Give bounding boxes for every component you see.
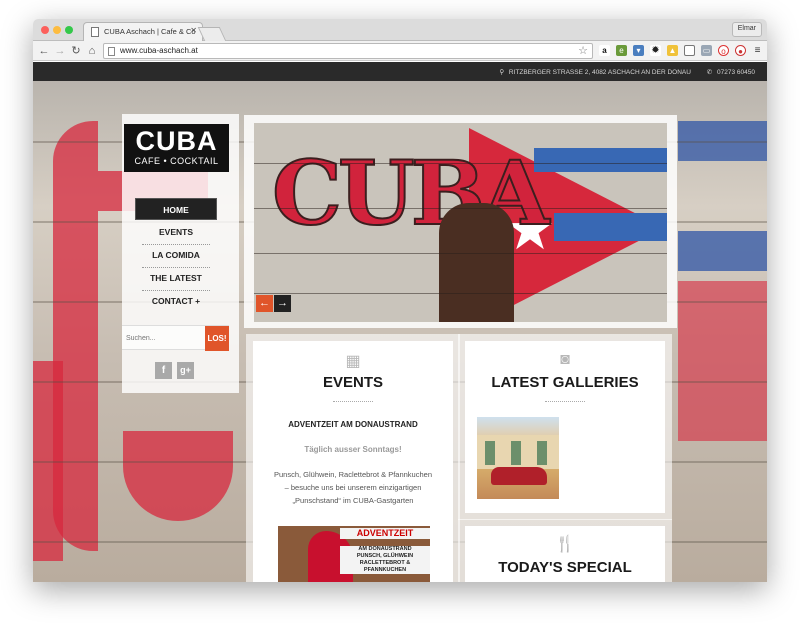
tab-title: CUBA Aschach | Cafe & Co	[104, 27, 196, 36]
calendar-icon: ▦	[345, 353, 361, 370]
thumb-door	[485, 441, 495, 465]
adblock-extension-icon[interactable]: ●	[735, 45, 746, 56]
special-card: 🍴 TODAY'S SPECIAL	[465, 526, 665, 582]
slider-prev-button[interactable]: ←	[256, 295, 273, 312]
logo-subtitle: CAFE • COCKTAIL	[134, 156, 219, 166]
event-headline[interactable]: ADVENTZEIT AM DONAUSTRAND	[253, 420, 453, 429]
thumb-vintage-car	[491, 467, 547, 485]
nav-the-latest[interactable]: THE LATEST	[135, 267, 217, 289]
close-tab-icon[interactable]: ✕	[190, 26, 197, 35]
thumb-door	[537, 441, 547, 465]
sidebar: CUBA CAFE • COCKTAIL HOME EVENTS LA COMI…	[122, 114, 239, 393]
location-pin-icon: ⚲	[499, 69, 505, 76]
menu-icon[interactable]: ≡	[752, 45, 763, 56]
gear-extension-icon[interactable]: ✹	[650, 45, 661, 56]
slide-flag-stripe	[534, 148, 667, 172]
slide-plank	[254, 253, 667, 254]
bg-flag-triangle	[678, 281, 767, 441]
search-form: LOS!	[122, 325, 229, 351]
screen-extension-icon[interactable]: ▭	[701, 45, 712, 56]
browser-tab[interactable]: CUBA Aschach | Cafe & Co ✕	[83, 22, 203, 41]
thumb-door	[511, 441, 521, 465]
zoom-window-button[interactable]	[65, 26, 73, 34]
hero-slider: ★ CUBA ← →	[244, 115, 677, 328]
tab-bar: CUBA Aschach | Cafe & Co ✕ Elmar	[33, 19, 767, 41]
slide-plank	[254, 208, 667, 209]
minimize-window-button[interactable]	[53, 26, 61, 34]
pocket-extension-icon[interactable]: ▾	[633, 45, 644, 56]
browser-toolbar: ← → ↻ ⌂ www.cuba-aschach.at ☆ a e ▾ ✹ ▲ …	[33, 41, 767, 61]
home-icon[interactable]: ⌂	[85, 44, 99, 58]
galleries-card: ◙ LATEST GALLERIES	[465, 341, 665, 513]
forward-icon[interactable]: →	[53, 44, 67, 58]
nav-contact[interactable]: CONTACT +	[135, 290, 217, 312]
browser-window: CUBA Aschach | Cafe & Co ✕ Elmar ← → ↻ ⌂…	[33, 19, 767, 582]
hero-slide-image: ★ CUBA	[254, 123, 667, 322]
event-description: Punsch, Glühwein, Raclettebrot & Pfannku…	[273, 470, 432, 505]
slide-flag-stripe	[554, 213, 667, 241]
search-input[interactable]	[126, 329, 204, 348]
nav-la-comida[interactable]: LA COMIDA	[135, 244, 217, 266]
nav-events[interactable]: EVENTS	[135, 221, 217, 243]
url-text: www.cuba-aschach.at	[120, 46, 198, 55]
galleries-title: LATEST GALLERIES	[491, 374, 639, 391]
page-info-icon	[108, 47, 115, 56]
events-card: ▦ EVENTS ADVENTZEIT AM DONAUSTRAND Tägli…	[253, 341, 453, 582]
event-image[interactable]: ADVENTZEIT AM DONAUSTRAND PUNSCH, GLÜHWE…	[278, 526, 430, 582]
event-image-text: PUNSCH, GLÜHWEIN RACLETTEBROT & PFANNKUC…	[356, 553, 414, 573]
slide-people	[439, 203, 514, 322]
event-image-subtitle-text: AM DONAUSTRAND	[358, 546, 412, 552]
google-plus-icon[interactable]: g+	[177, 362, 194, 379]
special-title: TODAY'S SPECIAL	[498, 559, 632, 576]
logo-title: CUBA	[135, 126, 218, 156]
events-title: EVENTS	[322, 374, 383, 391]
nav-home[interactable]: HOME	[135, 198, 217, 220]
event-subline: Täglich ausser Sonntags!	[304, 445, 402, 454]
cutlery-icon: 🍴	[555, 536, 575, 553]
opera-extension-icon[interactable]: o	[718, 45, 729, 56]
contact-info-bar: ⚲ RITZBERGER STRASSE 2, 4082 ASCHACH AN …	[33, 62, 767, 81]
close-window-button[interactable]	[41, 26, 49, 34]
search-button[interactable]: LOS!	[205, 326, 229, 351]
facebook-icon[interactable]: f	[155, 362, 172, 379]
slider-next-button[interactable]: →	[274, 295, 291, 312]
evernote-extension-icon[interactable]: e	[616, 45, 627, 56]
camera-icon: ◙	[560, 351, 570, 368]
profile-button[interactable]: Elmar	[731, 22, 762, 37]
back-icon[interactable]: ←	[37, 44, 51, 58]
drive-extension-icon[interactable]: ▲	[667, 45, 678, 56]
cast-extension-icon[interactable]	[684, 45, 695, 56]
slide-plank	[254, 163, 667, 164]
phone-text[interactable]: 07273 60450	[717, 69, 755, 76]
bookmark-star-icon[interactable]: ☆	[578, 44, 588, 57]
title-divider	[545, 401, 585, 402]
phone-icon: ✆	[706, 69, 713, 76]
event-image-subtitle: AM DONAUSTRAND PUNSCH, GLÜHWEIN RACLETTE…	[340, 546, 430, 574]
site-logo[interactable]: CUBA CAFE • COCKTAIL	[124, 124, 229, 172]
title-divider	[333, 401, 373, 402]
slide-plank	[254, 293, 667, 294]
amazon-extension-icon[interactable]: a	[599, 45, 610, 56]
address-bar[interactable]: www.cuba-aschach.at ☆	[103, 43, 593, 59]
bg-flag-stripe	[678, 231, 767, 271]
gallery-thumbnail[interactable]	[477, 417, 559, 499]
reload-icon[interactable]: ↻	[69, 44, 83, 58]
event-image-title: ADVENTZEIT	[340, 528, 430, 539]
address-text: RITZBERGER STRASSE 2, 4082 ASCHACH AN DE…	[508, 69, 691, 76]
web-page: ⚲ RITZBERGER STRASSE 2, 4082 ASCHACH AN …	[33, 62, 767, 582]
bg-letter-shape	[123, 431, 233, 521]
page-icon	[91, 27, 99, 37]
